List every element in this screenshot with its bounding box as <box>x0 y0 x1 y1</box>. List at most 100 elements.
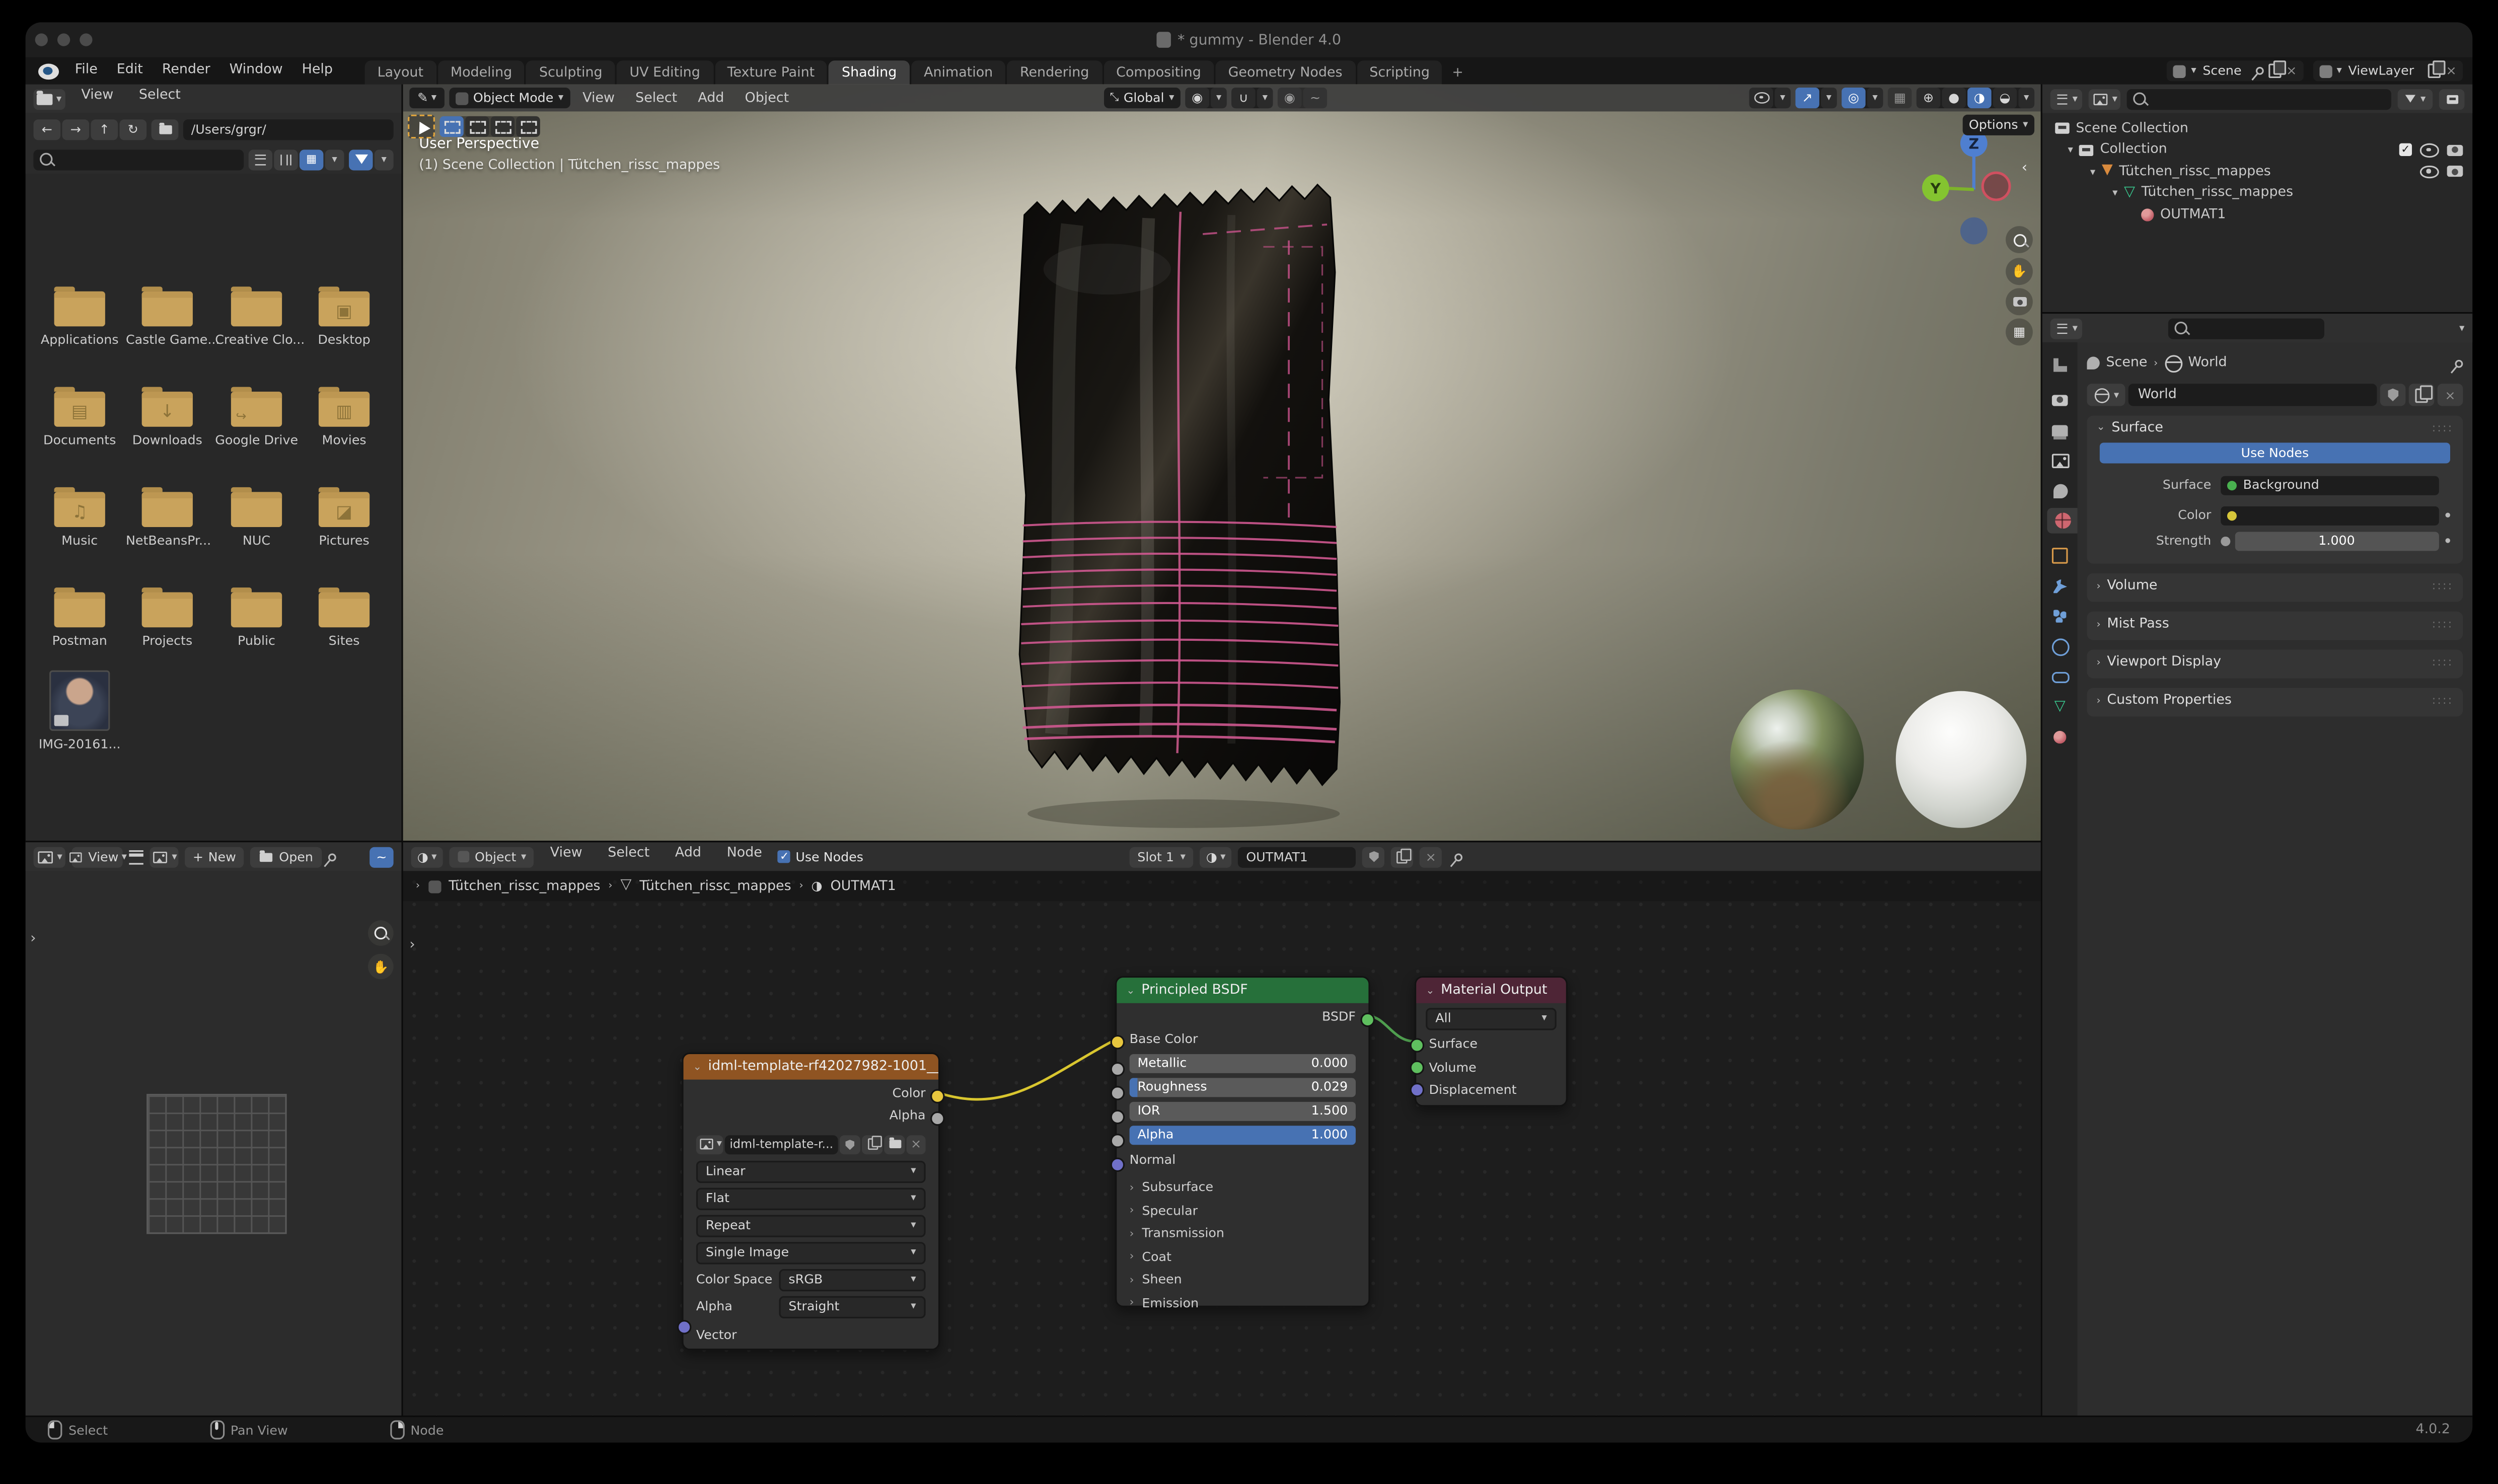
emission-section[interactable]: › Emission <box>1130 1292 1356 1313</box>
ior-slider[interactable]: IOR 1.500 <box>1129 1101 1356 1121</box>
tab-scripting[interactable]: Scripting <box>1356 60 1443 85</box>
folder-item[interactable]: ▥ Movies <box>303 386 386 448</box>
proportional-edit-button[interactable]: ◉ <box>1278 87 1302 109</box>
base-color-input-socket[interactable] <box>1110 1035 1125 1050</box>
display-list-horizontal-button[interactable] <box>274 149 298 170</box>
new-folder-button[interactable] <box>151 118 179 139</box>
viewport-object-menu[interactable]: Object <box>737 90 797 106</box>
viewport-display-panel[interactable]: › Viewport Display:::: <box>2087 649 2463 679</box>
tab-animation[interactable]: Animation <box>911 60 1006 85</box>
gizmos-toggle[interactable]: ↗ <box>1795 87 1819 109</box>
folder-item[interactable]: ▣ Desktop <box>303 285 386 347</box>
rendered-bag-object[interactable] <box>1008 177 1375 841</box>
tab-object[interactable] <box>2045 543 2074 569</box>
world-name-field[interactable]: World <box>2128 384 2377 406</box>
fake-user-button[interactable] <box>839 1134 860 1154</box>
back-button[interactable]: ← <box>33 118 61 139</box>
image-browse-button[interactable]: ▾ <box>696 1134 723 1154</box>
scene-name[interactable]: Scene <box>2201 64 2251 78</box>
tab-constraints[interactable] <box>2045 664 2074 690</box>
magnet-snap-button[interactable]: ∪ <box>1231 87 1256 109</box>
pin-icon[interactable] <box>1453 851 1464 862</box>
visibility-chevron[interactable]: ▾ <box>1775 87 1791 109</box>
collapsed-menus-icon[interactable] <box>129 849 143 864</box>
tab-physics[interactable] <box>2045 634 2074 659</box>
image-texture-node[interactable]: ⌄ idml-template-rf42027982-1001__1.p... … <box>677 1052 945 1351</box>
viewlayer-name[interactable]: ViewLayer <box>2346 64 2423 78</box>
tab-rendering[interactable]: Rendering <box>1007 60 1102 85</box>
gizmo-neg-z-axis[interactable] <box>1960 217 1988 245</box>
color-space-dropdown[interactable]: sRGB ▾ <box>779 1268 926 1291</box>
shading-wireframe-button[interactable]: ⊕ <box>1916 87 1941 109</box>
world-browse-button[interactable]: ▾ <box>2087 384 2125 406</box>
fake-user-button[interactable] <box>2380 384 2406 406</box>
disclosure-icon[interactable]: ▾ <box>2112 188 2117 198</box>
filter-button[interactable] <box>349 149 373 170</box>
output-target-dropdown[interactable]: All ▾ <box>1426 1007 1557 1029</box>
animate-dot[interactable] <box>2444 512 2451 518</box>
ior-input-socket[interactable] <box>1110 1109 1125 1125</box>
tab-world[interactable] <box>2047 508 2078 534</box>
refresh-button[interactable]: ↻ <box>119 118 147 139</box>
duplicate-material-button[interactable] <box>1391 846 1414 867</box>
tab-uv-editing[interactable]: UV Editing <box>617 60 713 85</box>
volume-input-socket[interactable] <box>1410 1060 1425 1075</box>
collapse-icon[interactable]: ⌄ <box>1426 985 1434 996</box>
shading-solid-button[interactable]: ● <box>1942 87 1966 109</box>
shading-material-preview-button[interactable]: ◑ <box>1967 87 1992 109</box>
tab-modifiers[interactable] <box>2045 573 2074 599</box>
shader-select-menu[interactable]: Select <box>598 846 659 868</box>
show-object-types-button[interactable] <box>1749 87 1774 109</box>
collapse-icon[interactable]: ⌄ <box>693 1062 702 1072</box>
tab-layout[interactable]: Layout <box>364 60 436 85</box>
tab-tool[interactable] <box>2045 352 2074 378</box>
viewport-editor[interactable]: ✎ ▾ Object Mode ▾ View Select Add Object ⤡… <box>403 84 2041 841</box>
zoom-tool-button[interactable] <box>2006 226 2033 253</box>
tab-modeling[interactable]: Modeling <box>437 60 525 85</box>
tab-scene[interactable] <box>2045 478 2074 503</box>
open-image-button[interactable] <box>884 1134 905 1154</box>
file-browser-view-menu[interactable]: View <box>71 88 123 110</box>
surface-value-dropdown[interactable]: Background <box>2221 475 2439 495</box>
color-swatch[interactable] <box>2221 505 2439 525</box>
breadcrumb-world[interactable]: World <box>2188 355 2227 371</box>
editor-type-outliner[interactable]: ▾ <box>2050 88 2083 109</box>
animate-dot[interactable] <box>2444 538 2451 544</box>
normal-input-socket[interactable] <box>1110 1157 1125 1172</box>
displacement-input-socket[interactable] <box>1410 1082 1425 1097</box>
mode-dropdown[interactable]: Object Mode ▾ <box>449 87 570 109</box>
folder-item[interactable]: NetBeansPr... <box>126 486 211 548</box>
tab-data[interactable]: ▽ <box>2045 694 2074 720</box>
add-workspace-button[interactable]: + <box>1444 60 1471 84</box>
breadcrumb-scene[interactable]: Scene <box>2106 355 2147 371</box>
outliner-filter-button[interactable]: ▾ <box>2397 88 2433 109</box>
use-nodes-button[interactable]: Use Nodes <box>2099 442 2451 464</box>
open-image-button[interactable]: Open <box>250 846 321 867</box>
folder-item[interactable]: NUC <box>215 486 298 548</box>
transform-orientation-dropdown[interactable]: ⤡ Global ▾ <box>1103 87 1181 109</box>
select-mode-extend-button[interactable] <box>465 116 489 137</box>
folder-item[interactable]: Castle Game... <box>126 285 220 347</box>
shading-rendered-button[interactable]: ◒ <box>1993 87 2017 109</box>
pin-icon[interactable] <box>2254 65 2266 77</box>
folder-item[interactable]: Sites <box>303 586 386 648</box>
disclosure-icon[interactable]: ▾ <box>2068 145 2073 156</box>
source-dropdown[interactable]: Single Image ▾ <box>696 1241 926 1264</box>
collapse-icon[interactable]: ⌄ <box>1126 985 1135 996</box>
unlink-datablock-button[interactable]: × <box>2437 384 2463 406</box>
panel-grip[interactable]: :::: <box>2432 421 2454 434</box>
interpolation-dropdown[interactable]: Linear ▾ <box>696 1160 926 1182</box>
mist-pass-panel[interactable]: › Mist Pass:::: <box>2087 611 2463 640</box>
gizmos-chevron[interactable]: ▾ <box>1821 87 1837 109</box>
display-list-vertical-button[interactable] <box>248 149 273 170</box>
magnet-chevron[interactable]: ▾ <box>1257 87 1273 109</box>
image-file-item[interactable]: IMG-20161... <box>38 670 121 752</box>
material-output-node[interactable]: ⌄ Material Output All ▾ Surface Volume Di… <box>1410 976 1568 1107</box>
alpha-input-socket[interactable] <box>1110 1134 1125 1148</box>
exclude-checkbox[interactable]: ✓ <box>2399 143 2412 157</box>
shader-type-dropdown[interactable]: Object ▾ <box>449 846 535 867</box>
folder-item[interactable]: ♫ Music <box>38 486 121 548</box>
outliner-search-input[interactable] <box>2126 88 2391 109</box>
editor-type-properties[interactable]: ▾ <box>2050 318 2083 339</box>
outliner-row-scene-collection[interactable]: Scene Collection <box>2042 118 2472 139</box>
